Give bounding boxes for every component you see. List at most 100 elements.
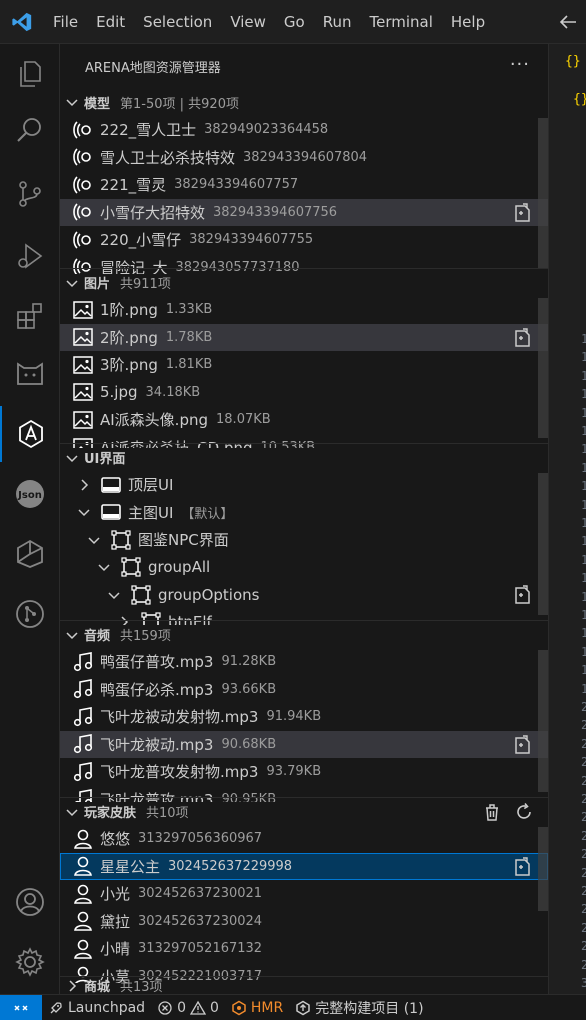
tree-item-top-ui[interactable]: 顶层UI: [60, 471, 548, 499]
line-number: 2: [581, 755, 586, 769]
source-control-icon[interactable]: [0, 166, 60, 222]
trash-icon[interactable]: [482, 802, 502, 822]
chevron-down-icon[interactable]: [76, 504, 92, 520]
model-broadcast-icon: [72, 229, 94, 251]
audio-scrollbar[interactable]: [538, 650, 548, 792]
git-graph-icon[interactable]: [0, 586, 60, 642]
image-item-selected[interactable]: 2阶.png 1.78KB: [60, 323, 548, 351]
copy-to-clipboard-icon[interactable]: [510, 734, 532, 756]
line-number: 1: [581, 369, 586, 383]
copy-to-clipboard-icon[interactable]: [510, 327, 532, 349]
refresh-icon[interactable]: [514, 802, 534, 822]
model-item[interactable]: 雪人卫士必杀技特效 382943394607804: [60, 144, 548, 172]
audio-name: 飞叶龙被动.mp3: [100, 735, 214, 754]
copy-to-clipboard-icon[interactable]: [510, 856, 532, 878]
json-extension-icon[interactable]: Json: [0, 466, 60, 522]
problems-button[interactable]: 0 0: [151, 995, 225, 1020]
skin-item[interactable]: 黛拉 302452637230024: [60, 908, 548, 936]
skin-item[interactable]: 小光 302452637230021: [60, 880, 548, 908]
audio-item[interactable]: 鸭蛋仔必杀.mp3 93.66KB: [60, 676, 548, 704]
skin-item-focused[interactable]: 星星公主 302452637229998: [60, 852, 548, 880]
run-debug-icon[interactable]: [0, 228, 60, 284]
person-icon: [72, 910, 94, 932]
image-item[interactable]: 3阶.png 1.81KB: [60, 351, 548, 379]
audio-item[interactable]: 飞叶龙普攻发射物.mp3 93.79KB: [60, 758, 548, 786]
image-item[interactable]: 1阶.png 1.33KB: [60, 296, 548, 324]
menu-run[interactable]: Run: [314, 0, 361, 44]
chevron-down-icon: [66, 631, 78, 639]
arena-extension-icon[interactable]: [0, 406, 60, 462]
images-scrollbar[interactable]: [538, 298, 548, 438]
explorer-icon[interactable]: [0, 46, 60, 102]
tree-item-main-ui[interactable]: 主图UI 【默认】: [60, 499, 548, 527]
menu-view[interactable]: View: [221, 0, 275, 44]
model-id: 382943394607756: [213, 204, 338, 220]
line-number: 2: [581, 958, 586, 972]
skin-item[interactable]: 悠悠 313297056360967: [60, 825, 548, 853]
tree-item-label: 图鉴NPC界面: [138, 531, 229, 550]
launchpad-button[interactable]: Launchpad: [42, 995, 151, 1020]
skin-id: 313297056360967: [138, 831, 263, 847]
selection-frame-icon: [110, 529, 132, 551]
tree-item-npc-panel[interactable]: 图鉴NPC界面: [60, 526, 548, 554]
shop-section-header[interactable]: 商城 共13项: [60, 976, 548, 994]
selection-frame-icon: [130, 584, 152, 606]
menu-file[interactable]: File: [44, 0, 87, 44]
ui-scrollbar[interactable]: [538, 473, 548, 615]
image-item[interactable]: 5.jpg 34.18KB: [60, 379, 548, 407]
audio-section-header[interactable]: 音频 共159项: [60, 620, 548, 648]
more-actions-button[interactable]: ···: [510, 54, 530, 75]
line-number: 1: [581, 442, 586, 456]
line-number: 1: [581, 406, 586, 420]
menu-terminal[interactable]: Terminal: [361, 0, 442, 44]
menu-edit[interactable]: Edit: [87, 0, 134, 44]
model-id: 382949023364458: [204, 122, 329, 138]
menu-help[interactable]: Help: [442, 0, 494, 44]
chevron-down-icon[interactable]: [96, 559, 112, 575]
audio-item[interactable]: 鸭蛋仔普攻.mp3 91.28KB: [60, 648, 548, 676]
build-project-button[interactable]: 完整构建项目 (1): [289, 995, 429, 1020]
remote-indicator-button[interactable]: [0, 994, 42, 1020]
line-number: 2: [581, 829, 586, 843]
ui-title: UI界面: [84, 452, 126, 467]
tree-item-group-options[interactable]: groupOptions: [60, 581, 548, 609]
copy-to-clipboard-icon[interactable]: [510, 584, 532, 606]
image-item[interactable]: AI派森头像.png 18.07KB: [60, 406, 548, 434]
search-icon[interactable]: [0, 102, 60, 158]
model-item[interactable]: 221_雪灵 382943394607757: [60, 171, 548, 199]
chevron-down-icon[interactable]: [106, 587, 122, 603]
extensions-icon[interactable]: [0, 288, 60, 344]
copy-to-clipboard-icon[interactable]: [510, 202, 532, 224]
settings-gear-icon[interactable]: [0, 934, 60, 990]
image-file-icon: [72, 354, 94, 376]
back-arrow-icon[interactable]: [556, 10, 580, 34]
models-scrollbar[interactable]: [538, 118, 548, 268]
model-item-selected[interactable]: 小雪仔大招特效 382943394607756: [60, 198, 548, 226]
unity-extension-icon[interactable]: [0, 526, 60, 582]
models-list: 222_雪人卫士 382949023364458 雪人卫士必杀技特效 38294…: [60, 116, 548, 274]
tree-item-group-all[interactable]: groupAll: [60, 554, 548, 582]
audio-item[interactable]: 飞叶龙被动发射物.mp3 91.94KB: [60, 703, 548, 731]
audio-name: 鸭蛋仔必杀.mp3: [100, 680, 214, 699]
skins-scrollbar[interactable]: [538, 827, 548, 911]
chevron-right-icon[interactable]: [76, 477, 92, 493]
model-item[interactable]: 220_小雪仔 382943394607755: [60, 226, 548, 254]
skin-item[interactable]: 小晴 313297052167132: [60, 935, 548, 963]
hmr-button[interactable]: HMR: [225, 995, 289, 1020]
skin-id: 313297052167132: [138, 941, 263, 957]
skins-list: 悠悠 313297056360967 星星公主 302452637229998 …: [60, 825, 548, 983]
images-section-header[interactable]: 图片 共911项: [60, 268, 548, 296]
tree-item-label: groupAll: [148, 558, 211, 577]
menu-selection[interactable]: Selection: [134, 0, 221, 44]
audio-item-selected[interactable]: 飞叶龙被动.mp3 90.68KB: [60, 730, 548, 758]
cat-extension-icon[interactable]: [0, 346, 60, 402]
skins-section-header[interactable]: 玩家皮肤 共10项: [60, 797, 548, 825]
account-icon[interactable]: [0, 874, 60, 930]
menu-go[interactable]: Go: [275, 0, 314, 44]
ui-section-header[interactable]: UI界面: [60, 443, 548, 471]
audio-name: 飞叶龙被动发射物.mp3: [100, 708, 259, 727]
models-section-header[interactable]: 模型 第1-50项 | 共920项: [60, 88, 548, 116]
model-item[interactable]: 222_雪人卫士 382949023364458: [60, 116, 548, 144]
editor-area[interactable]: {} {} 1 1 1 1 1 1 1 1 1 1 1 1 1 1 1 1 1 1 1 1 2 2 2 2 2 2 2 2 2 2 2 2 2 2…: [548, 44, 586, 994]
chevron-down-icon[interactable]: [86, 532, 102, 548]
